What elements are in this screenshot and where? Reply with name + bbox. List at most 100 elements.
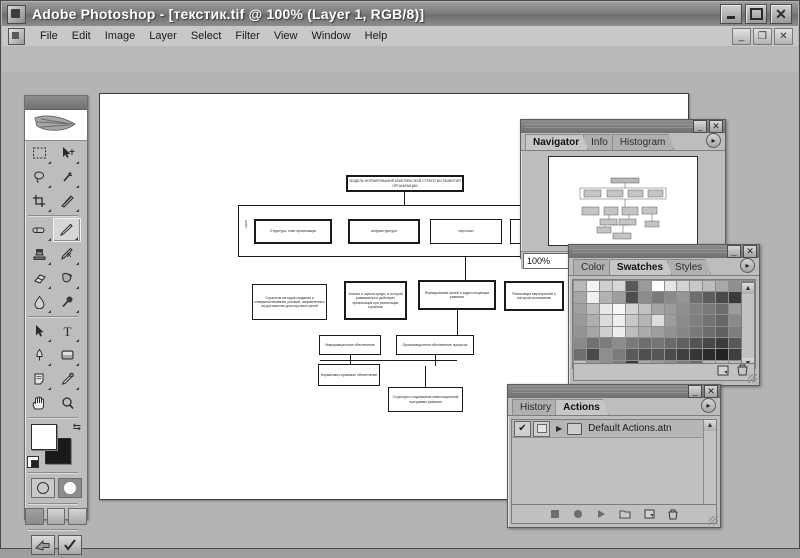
color-swatch[interactable] [626,315,638,325]
swatch-grid[interactable] [572,279,756,369]
color-swatch[interactable] [600,338,612,348]
color-swatch[interactable] [665,338,677,348]
tab-actions[interactable]: Actions [555,399,609,415]
color-swatch[interactable] [574,292,586,302]
color-swatch[interactable] [626,281,638,291]
color-swatch[interactable] [665,292,677,302]
list-item[interactable]: ✔ ▶ Default Actions.atn [512,420,716,438]
color-swatch[interactable] [587,315,599,325]
action-toggle-checkbox[interactable]: ✔ [514,421,531,437]
record-button[interactable] [573,509,583,519]
expand-icon[interactable]: ▶ [556,424,562,433]
palette-menu-icon[interactable]: ▸ [740,258,755,273]
type-tool[interactable]: T [53,319,81,343]
color-swatch[interactable] [665,281,677,291]
color-swatch[interactable] [639,327,651,337]
color-swatch[interactable] [626,338,638,348]
color-swatch[interactable] [652,349,664,359]
dodge-tool[interactable] [53,290,81,314]
swatches-scrollbar[interactable]: ▲ ▼ [741,282,755,370]
color-swatch[interactable] [677,281,689,291]
tab-styles[interactable]: Styles [667,259,711,275]
menu-item-window[interactable]: Window [305,28,358,44]
menu-item-help[interactable]: Help [358,28,395,44]
blur-tool[interactable] [25,290,53,314]
color-swatch[interactable] [613,281,625,291]
color-swatch[interactable] [639,304,651,314]
color-swatch[interactable] [626,292,638,302]
healing-brush-tool[interactable] [25,218,53,242]
palette-drag-handle[interactable] [525,124,693,130]
toolbox-drag-handle[interactable] [25,96,87,110]
color-swatch[interactable] [677,304,689,314]
color-swatch[interactable] [690,304,702,314]
tab-swatches[interactable]: Swatches [609,259,672,275]
standard-screen-mode-button[interactable] [25,508,44,525]
color-swatch[interactable] [600,349,612,359]
color-swatch[interactable] [639,315,651,325]
color-swatch[interactable] [703,338,715,348]
palette-drag-handle[interactable] [573,249,727,255]
color-swatch[interactable] [716,304,728,314]
color-swatch[interactable] [716,315,728,325]
color-swatch[interactable] [600,315,612,325]
eyedropper-tool[interactable] [53,367,81,391]
color-swatch[interactable] [703,315,715,325]
color-swatch[interactable] [587,338,599,348]
color-swatch[interactable] [690,349,702,359]
color-swatch[interactable] [600,304,612,314]
actions-minimize-button[interactable]: _ [688,385,702,398]
marquee-tool[interactable] [25,141,53,165]
swatches-close-button[interactable]: ✕ [743,245,757,258]
notes-tool[interactable] [25,367,53,391]
color-swatch[interactable] [613,315,625,325]
color-swatch[interactable] [703,304,715,314]
color-swatch[interactable] [703,349,715,359]
navigator-title-bar[interactable]: _ ✕ [521,120,725,133]
clone-stamp-tool[interactable] [25,242,53,266]
play-button[interactable] [596,509,606,519]
color-swatch[interactable] [652,304,664,314]
zoom-tool[interactable] [53,391,81,415]
swatches-minimize-button[interactable]: _ [727,245,741,258]
color-swatch[interactable] [613,292,625,302]
scroll-up-icon[interactable]: ▲ [704,420,716,431]
color-swatch[interactable] [639,281,651,291]
delete-button[interactable] [668,509,678,520]
color-swatch[interactable] [729,338,741,348]
foreground-color-swatch[interactable] [31,424,57,450]
color-swatch[interactable] [665,349,677,359]
color-swatch[interactable] [729,281,741,291]
color-swatch[interactable] [729,327,741,337]
color-swatch[interactable] [690,315,702,325]
close-button[interactable]: ✕ [770,4,792,24]
checkmark-button[interactable] [58,535,82,555]
color-swatch[interactable] [600,292,612,302]
minimize-button[interactable] [720,4,742,24]
eraser-tool[interactable] [25,266,53,290]
color-swatch[interactable] [613,327,625,337]
color-swatch[interactable] [574,338,586,348]
color-swatch[interactable] [652,327,664,337]
gradient-tool[interactable] [53,266,81,290]
color-swatch[interactable] [652,315,664,325]
color-swatch[interactable] [652,281,664,291]
maximize-button[interactable] [745,4,767,24]
color-swatch[interactable] [690,281,702,291]
standard-mode-button[interactable] [31,478,55,498]
pen-tool[interactable] [25,343,53,367]
color-swatch[interactable] [716,327,728,337]
color-swatch[interactable] [677,327,689,337]
move-tool[interactable] [53,141,81,165]
color-swatch[interactable] [716,349,728,359]
color-swatch[interactable] [613,304,625,314]
color-swatch[interactable] [665,315,677,325]
color-swatch[interactable] [690,327,702,337]
history-brush-tool[interactable] [53,242,81,266]
actions-close-button[interactable]: ✕ [704,385,718,398]
new-action-button[interactable] [644,509,655,519]
color-swatch[interactable] [587,327,599,337]
color-swatch[interactable] [652,338,664,348]
navigator-thumbnail[interactable] [548,156,698,246]
full-screen-menubar-button[interactable] [47,508,66,525]
